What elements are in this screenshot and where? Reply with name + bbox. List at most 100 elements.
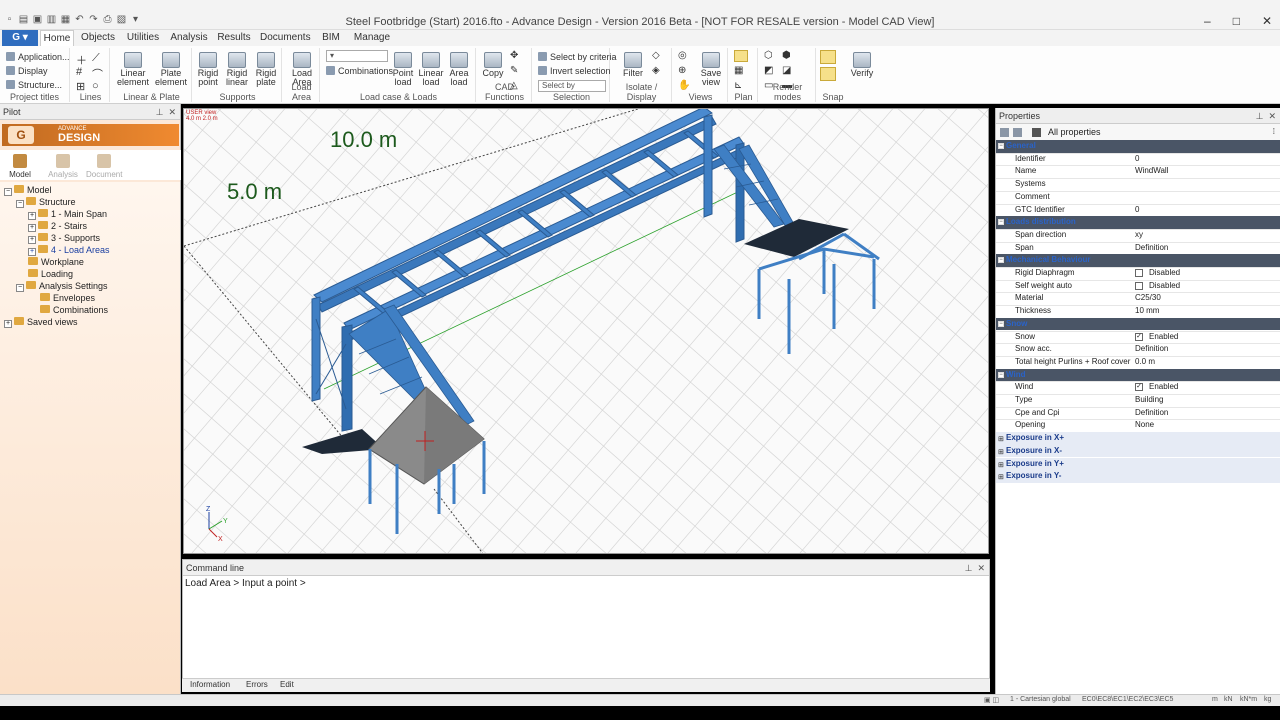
zoom-icon[interactable]: ⊕ bbox=[678, 65, 686, 76]
tree-expander[interactable]: − bbox=[16, 284, 24, 292]
property-value[interactable]: WindWall bbox=[1135, 165, 1168, 177]
collapse-icon[interactable]: − bbox=[998, 320, 1004, 327]
collapse-icon[interactable]: − bbox=[998, 143, 1004, 149]
close-button[interactable]: ✕ bbox=[1262, 14, 1272, 28]
tab-manage[interactable]: Manage bbox=[352, 30, 392, 46]
property-value[interactable]: Disabled bbox=[1149, 280, 1180, 292]
property-row[interactable]: ⊞ Exposure in X- bbox=[996, 444, 1280, 458]
minimize-button[interactable]: – bbox=[1204, 14, 1211, 28]
plan-view-icon[interactable] bbox=[734, 50, 748, 62]
pilot-tab-analysis[interactable]: Analysis bbox=[46, 154, 80, 179]
grid-tool-icon[interactable]: # bbox=[76, 66, 82, 78]
property-value[interactable]: Enabled bbox=[1149, 381, 1178, 393]
property-value[interactable]: xy bbox=[1135, 229, 1143, 241]
property-row[interactable]: GTC Identifier 0 bbox=[996, 203, 1280, 217]
load-case-select[interactable]: ▾ bbox=[326, 50, 388, 62]
property-row[interactable]: Thickness 10 mm bbox=[996, 305, 1280, 318]
tree-expander[interactable]: + bbox=[28, 224, 36, 232]
tree-expander[interactable]: + bbox=[28, 212, 36, 220]
property-row[interactable]: Name WindWall bbox=[996, 165, 1280, 178]
rigid-point-button[interactable]: Rigid point bbox=[194, 52, 222, 87]
design-codes[interactable]: EC0\EC8\EC1\EC2\EC3\EC5 bbox=[1082, 696, 1173, 703]
tree-expander[interactable]: + bbox=[4, 320, 12, 328]
property-section[interactable]: − General bbox=[996, 140, 1280, 153]
property-section[interactable]: − Loads distribution bbox=[996, 216, 1280, 229]
close-icon[interactable]: ✕ bbox=[168, 107, 176, 117]
property-row[interactable]: Span Definition bbox=[996, 241, 1280, 255]
structure-button[interactable]: Structure... bbox=[6, 80, 62, 90]
point-load-button[interactable]: Point load bbox=[390, 52, 416, 87]
plan-grid-icon[interactable]: ▦ bbox=[734, 65, 743, 76]
property-value[interactable]: Definition bbox=[1135, 343, 1168, 355]
tree-item[interactable]: + Saved views bbox=[4, 316, 78, 328]
property-row[interactable]: ⊞ Exposure in Y- bbox=[996, 470, 1280, 483]
combinations-button[interactable]: Combinations bbox=[326, 66, 393, 76]
property-row[interactable]: Rigid Diaphragm Disabled bbox=[996, 267, 1280, 280]
tree-expander[interactable]: − bbox=[4, 188, 12, 196]
tab-utilities[interactable]: Utilities bbox=[124, 30, 162, 46]
property-checkbox[interactable] bbox=[1135, 281, 1143, 290]
filter-properties-icon[interactable] bbox=[1032, 128, 1041, 137]
expand-icon[interactable]: ⊞ bbox=[998, 472, 1004, 484]
rendered-icon[interactable]: ◪ bbox=[782, 65, 791, 76]
circle-tool-icon[interactable]: ○ bbox=[92, 80, 99, 92]
pin-icon[interactable]: ⊥ bbox=[965, 563, 973, 573]
property-row[interactable]: Comment bbox=[996, 190, 1280, 204]
property-value[interactable]: 0.0 m bbox=[1135, 356, 1155, 368]
pin-icon[interactable]: ⊥ bbox=[1256, 111, 1264, 121]
property-row[interactable]: Snow acc. Definition bbox=[996, 343, 1280, 356]
load-properties-icon[interactable] bbox=[1013, 128, 1022, 137]
display-button[interactable]: Display bbox=[6, 66, 48, 76]
tab-objects[interactable]: Objects bbox=[80, 30, 116, 46]
rigid-plate-button[interactable]: Rigid plate bbox=[252, 52, 280, 87]
tree-expander[interactable]: + bbox=[28, 248, 36, 256]
tree-item[interactable]: +1 - Main Span bbox=[28, 208, 107, 220]
linear-load-button[interactable]: Linear load bbox=[417, 52, 445, 87]
property-value[interactable]: Enabled bbox=[1149, 331, 1178, 343]
property-value[interactable]: 0 bbox=[1135, 204, 1139, 216]
property-row[interactable]: ⊞ Exposure in Y+ bbox=[996, 457, 1280, 471]
property-section[interactable]: − Snow bbox=[996, 317, 1280, 331]
properties-scroll-arrow-icon[interactable]: ⁞ bbox=[1273, 124, 1275, 140]
property-row[interactable]: Total height Purlins + Roof cover 0.0 m bbox=[996, 355, 1280, 369]
property-value[interactable]: Definition bbox=[1135, 242, 1168, 254]
property-value[interactable]: 0 bbox=[1135, 153, 1139, 165]
property-value[interactable]: 10 mm bbox=[1135, 305, 1159, 317]
unit-moment[interactable]: kN*m bbox=[1240, 696, 1257, 703]
pilot-tab-model[interactable]: Model bbox=[6, 154, 34, 179]
application-button[interactable]: Application... bbox=[6, 52, 70, 62]
unit-length[interactable]: m bbox=[1212, 696, 1218, 703]
close-icon[interactable]: ✕ bbox=[977, 563, 985, 573]
cad-viewport[interactable]: Z Y X USER view 4.0 m 2.0 m 10.0 m 5.0 m bbox=[183, 108, 989, 554]
tab-documents[interactable]: Documents bbox=[260, 30, 311, 46]
property-checkbox[interactable]: ✓ bbox=[1135, 383, 1143, 392]
collapse-icon[interactable]: − bbox=[998, 371, 1004, 378]
tab-information[interactable]: Information bbox=[190, 680, 230, 689]
model-3d-view[interactable]: Z Y X bbox=[184, 109, 989, 554]
tree-item[interactable]: − Analysis Settings bbox=[16, 280, 108, 292]
filter-button[interactable]: Filter bbox=[620, 52, 646, 78]
property-value[interactable]: None bbox=[1135, 419, 1154, 431]
tree-item[interactable]: Workplane bbox=[16, 256, 84, 268]
property-section[interactable]: − Mechanical Behaviour bbox=[996, 254, 1280, 267]
tree-item[interactable]: − Model bbox=[4, 184, 52, 196]
property-row[interactable]: ⊞ Exposure in X+ bbox=[996, 432, 1280, 445]
tree-item[interactable]: Envelopes bbox=[28, 292, 95, 304]
save-view-button[interactable]: Save view bbox=[696, 52, 726, 87]
select-by-dropdown[interactable]: Select by bbox=[538, 80, 606, 92]
property-row[interactable]: Wind ✓ Enabled bbox=[996, 381, 1280, 394]
snap-toggle-icon[interactable] bbox=[820, 50, 836, 64]
save-properties-icon[interactable] bbox=[1000, 128, 1009, 137]
line-tool-icon[interactable]: ⟋ bbox=[92, 52, 100, 65]
property-row[interactable]: Self weight auto Disabled bbox=[996, 279, 1280, 293]
wireframe-icon[interactable]: ⬡ bbox=[764, 50, 773, 61]
tree-item[interactable]: +4 - Load Areas bbox=[28, 244, 110, 256]
plan-axis-icon[interactable]: ⊾ bbox=[734, 80, 742, 91]
pan-icon[interactable]: ✋ bbox=[678, 80, 690, 91]
edit-icon[interactable]: ✎ bbox=[510, 65, 518, 76]
property-value[interactable]: C25/30 bbox=[1135, 292, 1161, 304]
tab-home[interactable]: Home bbox=[40, 30, 74, 46]
area-load-button[interactable]: Area load bbox=[446, 52, 472, 87]
view-cube-icon[interactable]: ◎ bbox=[678, 50, 687, 61]
property-checkbox[interactable] bbox=[1135, 269, 1143, 277]
